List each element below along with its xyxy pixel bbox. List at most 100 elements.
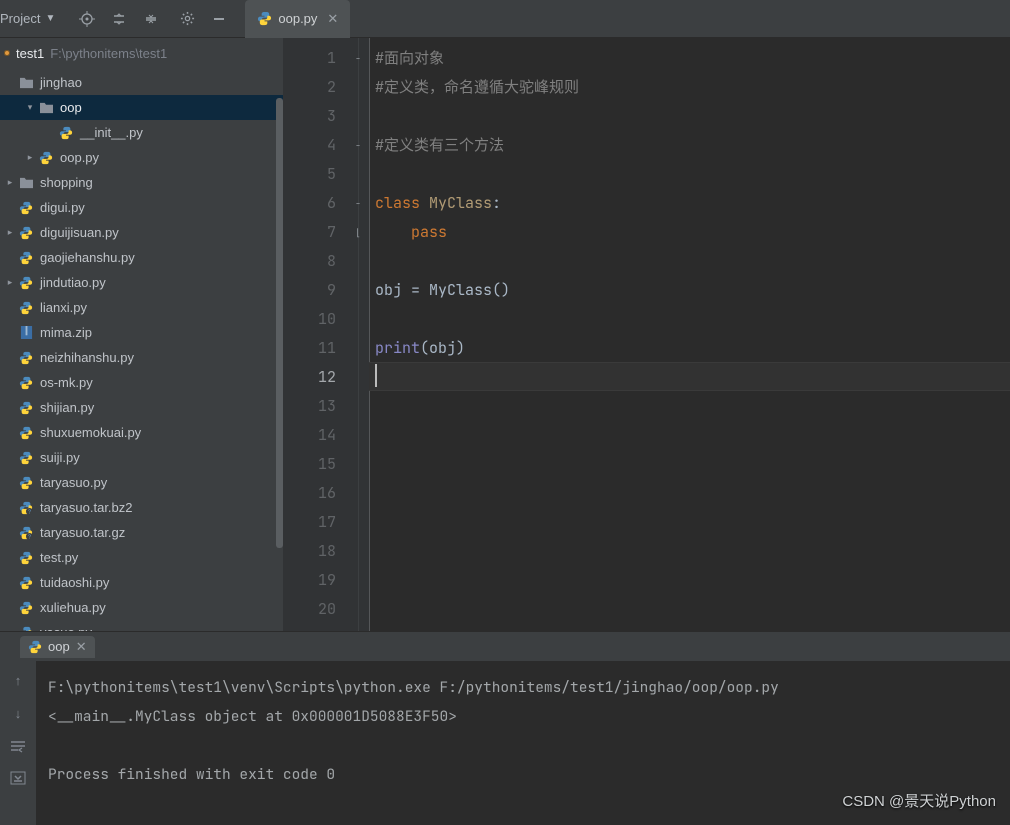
gutter-line-number[interactable]: 3 <box>283 102 358 131</box>
py-icon <box>18 575 34 591</box>
gutter-line-number[interactable]: 9 <box>283 276 358 305</box>
code-line[interactable]: #定义类有三个方法 <box>375 131 1010 160</box>
gutter-line-number[interactable]: 2 <box>283 73 358 102</box>
run-tab-label: oop <box>48 639 70 654</box>
code-line[interactable] <box>375 305 1010 334</box>
gutter-line-number[interactable]: 1 <box>283 44 358 73</box>
tree-item[interactable]: ▸ shopping <box>0 170 283 195</box>
editor-tab[interactable]: oop.py ✕ <box>245 0 350 38</box>
fold-toggle-icon[interactable]: ⌊ <box>352 226 364 239</box>
tree-item[interactable]: ▾oop <box>0 95 283 120</box>
chevron-down-icon[interactable]: ▾ <box>22 102 38 113</box>
tree-item[interactable]: test.py <box>0 545 283 570</box>
project-tree[interactable]: jinghao▾oop__init__.py▸oop.py▸shoppingdi… <box>0 68 283 631</box>
gutter-line-number[interactable]: 11 <box>283 334 358 363</box>
code-line[interactable]: class MyClass: <box>375 189 1010 218</box>
gutter-line-number[interactable]: 7 <box>283 218 358 247</box>
tree-item[interactable]: shijian.py <box>0 395 283 420</box>
gutter-line-number[interactable]: 14 <box>283 421 358 450</box>
tree-item[interactable]: suiji.py <box>0 445 283 470</box>
code-line[interactable]: #定义类，命名遵循大驼峰规则 <box>375 73 1010 102</box>
arc-icon: ? <box>18 500 34 516</box>
fold-toggle-icon[interactable]: − <box>352 197 364 210</box>
locate-icon[interactable] <box>79 11 95 27</box>
tree-item[interactable]: digui.py <box>0 195 283 220</box>
chevron-right-icon[interactable]: ▸ <box>2 177 18 188</box>
tree-item[interactable]: ?taryasuo.tar.bz2 <box>0 495 283 520</box>
tree-item-label: __init__.py <box>80 125 143 140</box>
folder-icon <box>18 75 34 91</box>
tree-item[interactable]: tuidaoshi.py <box>0 570 283 595</box>
minimize-icon[interactable] <box>211 11 227 27</box>
code-line[interactable] <box>375 160 1010 189</box>
line-gutter[interactable]: 1234567891011121314151617181920 <box>283 38 359 631</box>
fold-column[interactable]: −−−⌊ <box>359 38 369 631</box>
py-icon <box>18 300 34 316</box>
gutter-line-number[interactable]: 15 <box>283 450 358 479</box>
tree-item[interactable]: ▸jindutiao.py <box>0 270 283 295</box>
code-editor[interactable]: 1234567891011121314151617181920 −−−⌊ #面向… <box>283 38 1010 631</box>
zip-icon <box>18 325 34 341</box>
fold-toggle-icon[interactable]: − <box>352 52 364 65</box>
fold-toggle-icon[interactable]: − <box>352 139 364 152</box>
code-line[interactable]: #面向对象 <box>375 44 1010 73</box>
tree-item[interactable]: neizhihanshu.py <box>0 345 283 370</box>
project-dropdown[interactable]: Project ▼ <box>0 11 61 26</box>
close-icon[interactable]: ✕ <box>76 639 87 655</box>
tree-item[interactable]: ?taryasuo.tar.gz <box>0 520 283 545</box>
soft-wrap-icon[interactable] <box>10 739 26 753</box>
code-line[interactable]: pass <box>375 218 1010 247</box>
gutter-line-number[interactable]: 4 <box>283 131 358 160</box>
collapse-all-icon[interactable] <box>143 11 159 27</box>
code-line[interactable] <box>375 247 1010 276</box>
tree-item-label: neizhihanshu.py <box>40 350 134 365</box>
gutter-line-number[interactable]: 18 <box>283 537 358 566</box>
tree-item[interactable]: lianxi.py <box>0 295 283 320</box>
gutter-line-number[interactable]: 13 <box>283 392 358 421</box>
code-line[interactable]: obj = MyClass() <box>375 276 1010 305</box>
down-arrow-icon[interactable]: ↓ <box>15 706 22 721</box>
gutter-line-number[interactable]: 12 <box>283 363 358 392</box>
arc-icon: ? <box>18 525 34 541</box>
code-area[interactable]: #面向对象#定义类，命名遵循大驼峰规则 #定义类有三个方法 class MyCl… <box>369 38 1010 631</box>
tree-item-label: tuidaoshi.py <box>40 575 109 590</box>
tree-item[interactable]: shuxuemokuai.py <box>0 420 283 445</box>
run-tab[interactable]: oop ✕ <box>20 636 95 658</box>
tree-item-label: shopping <box>40 175 93 190</box>
chevron-right-icon[interactable]: ▸ <box>2 277 18 288</box>
tree-item[interactable]: ▸oop.py <box>0 145 283 170</box>
tree-item[interactable]: yasuo.py <box>0 620 283 631</box>
chevron-right-icon[interactable]: ▸ <box>22 152 38 163</box>
code-line[interactable]: print(obj) <box>375 334 1010 363</box>
svg-text:?: ? <box>28 509 31 515</box>
gutter-line-number[interactable]: 6 <box>283 189 358 218</box>
gear-icon[interactable] <box>179 11 195 27</box>
breadcrumb[interactable]: test1 F:\pythonitems\test1 <box>0 38 283 68</box>
tree-item[interactable]: jinghao <box>0 70 283 95</box>
gutter-line-number[interactable]: 8 <box>283 247 358 276</box>
scroll-to-end-icon[interactable] <box>10 771 26 785</box>
tree-item[interactable]: ▸diguijisuan.py <box>0 220 283 245</box>
gutter-line-number[interactable]: 16 <box>283 479 358 508</box>
tree-item[interactable]: os-mk.py <box>0 370 283 395</box>
gutter-line-number[interactable]: 5 <box>283 160 358 189</box>
gutter-line-number[interactable]: 10 <box>283 305 358 334</box>
tree-item[interactable]: __init__.py <box>0 120 283 145</box>
code-line[interactable] <box>375 392 1010 421</box>
chevron-right-icon[interactable]: ▸ <box>2 227 18 238</box>
tree-item[interactable]: mima.zip <box>0 320 283 345</box>
gutter-line-number[interactable]: 17 <box>283 508 358 537</box>
toolbar-icon-group <box>61 11 245 27</box>
py-icon <box>18 375 34 391</box>
close-icon[interactable]: ✕ <box>327 11 338 27</box>
gutter-line-number[interactable]: 19 <box>283 566 358 595</box>
up-arrow-icon[interactable]: ↑ <box>15 673 22 688</box>
scrollbar-thumb[interactable] <box>276 98 283 548</box>
code-line[interactable] <box>375 102 1010 131</box>
tree-item[interactable]: taryasuo.py <box>0 470 283 495</box>
gutter-line-number[interactable]: 20 <box>283 595 358 624</box>
tree-item[interactable]: gaojiehanshu.py <box>0 245 283 270</box>
expand-all-icon[interactable] <box>111 11 127 27</box>
tree-item-label: gaojiehanshu.py <box>40 250 135 265</box>
tree-item[interactable]: xuliehua.py <box>0 595 283 620</box>
